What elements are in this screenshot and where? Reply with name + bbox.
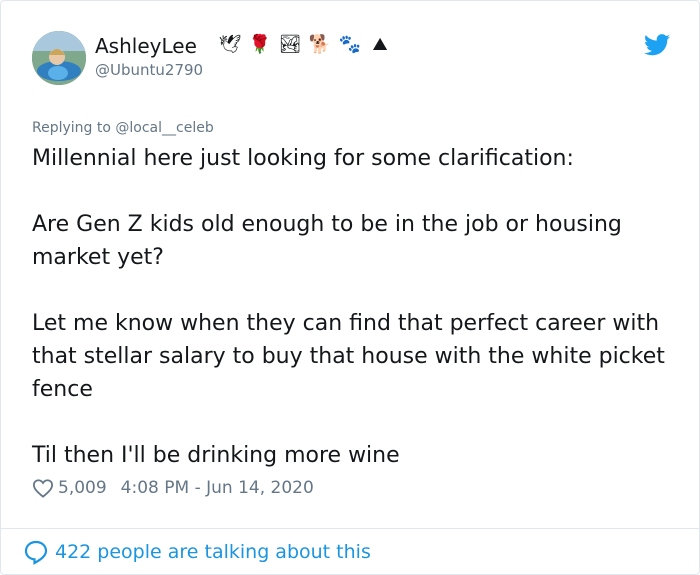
paw-prints-emoji: 🐾	[338, 33, 362, 55]
timestamp[interactable]: 4:08 PM - Jun 14, 2020	[121, 478, 314, 498]
heart-icon[interactable]	[32, 478, 54, 498]
tweet-paragraph: Til then I'll be drinking more wine	[32, 443, 400, 468]
name-emojis: 🕊 🌹 🏞 🐕 🐾 ⛰	[217, 31, 393, 57]
avatar[interactable]	[32, 31, 86, 85]
author-handle[interactable]: @Ubuntu2790	[95, 61, 203, 79]
mountain-emoji: ⛰	[372, 33, 388, 55]
replying-to-prefix: Replying to	[32, 120, 116, 136]
conversation-link[interactable]: 422 people are talking about this	[23, 539, 371, 565]
tweet-paragraph: Millennial here just looking for some cl…	[32, 146, 574, 171]
divider	[1, 528, 699, 529]
replying-to: Replying to @local__celeb	[32, 120, 214, 136]
tweet-meta: 5,009 4:08 PM - Jun 14, 2020	[32, 478, 314, 498]
speech-bubble-icon	[24, 540, 48, 565]
rose-emoji: 🌹	[248, 33, 272, 55]
reply-mention-link[interactable]: @local__celeb	[115, 120, 213, 136]
tweet-text: Millennial here just looking for some cl…	[32, 142, 672, 472]
avatar-photo	[32, 31, 86, 85]
park-emoji: 🏞	[278, 33, 302, 55]
dove-emoji: 🕊	[218, 33, 242, 55]
tweet-paragraph: Let me know when they can find that perf…	[32, 311, 665, 402]
author-name[interactable]: AshleyLee	[95, 34, 197, 58]
like-count[interactable]: 5,009	[58, 478, 107, 498]
dog-emoji: 🐕	[308, 33, 332, 55]
twitter-bird-icon[interactable]	[644, 34, 670, 56]
tweet-card: AshleyLee 🕊 🌹 🏞 🐕 🐾 ⛰ @Ubuntu2790 Replyi…	[0, 0, 700, 575]
tweet-paragraph: Are Gen Z kids old enough to be in the j…	[32, 212, 622, 270]
conversation-text[interactable]: 422 people are talking about this	[55, 541, 371, 563]
